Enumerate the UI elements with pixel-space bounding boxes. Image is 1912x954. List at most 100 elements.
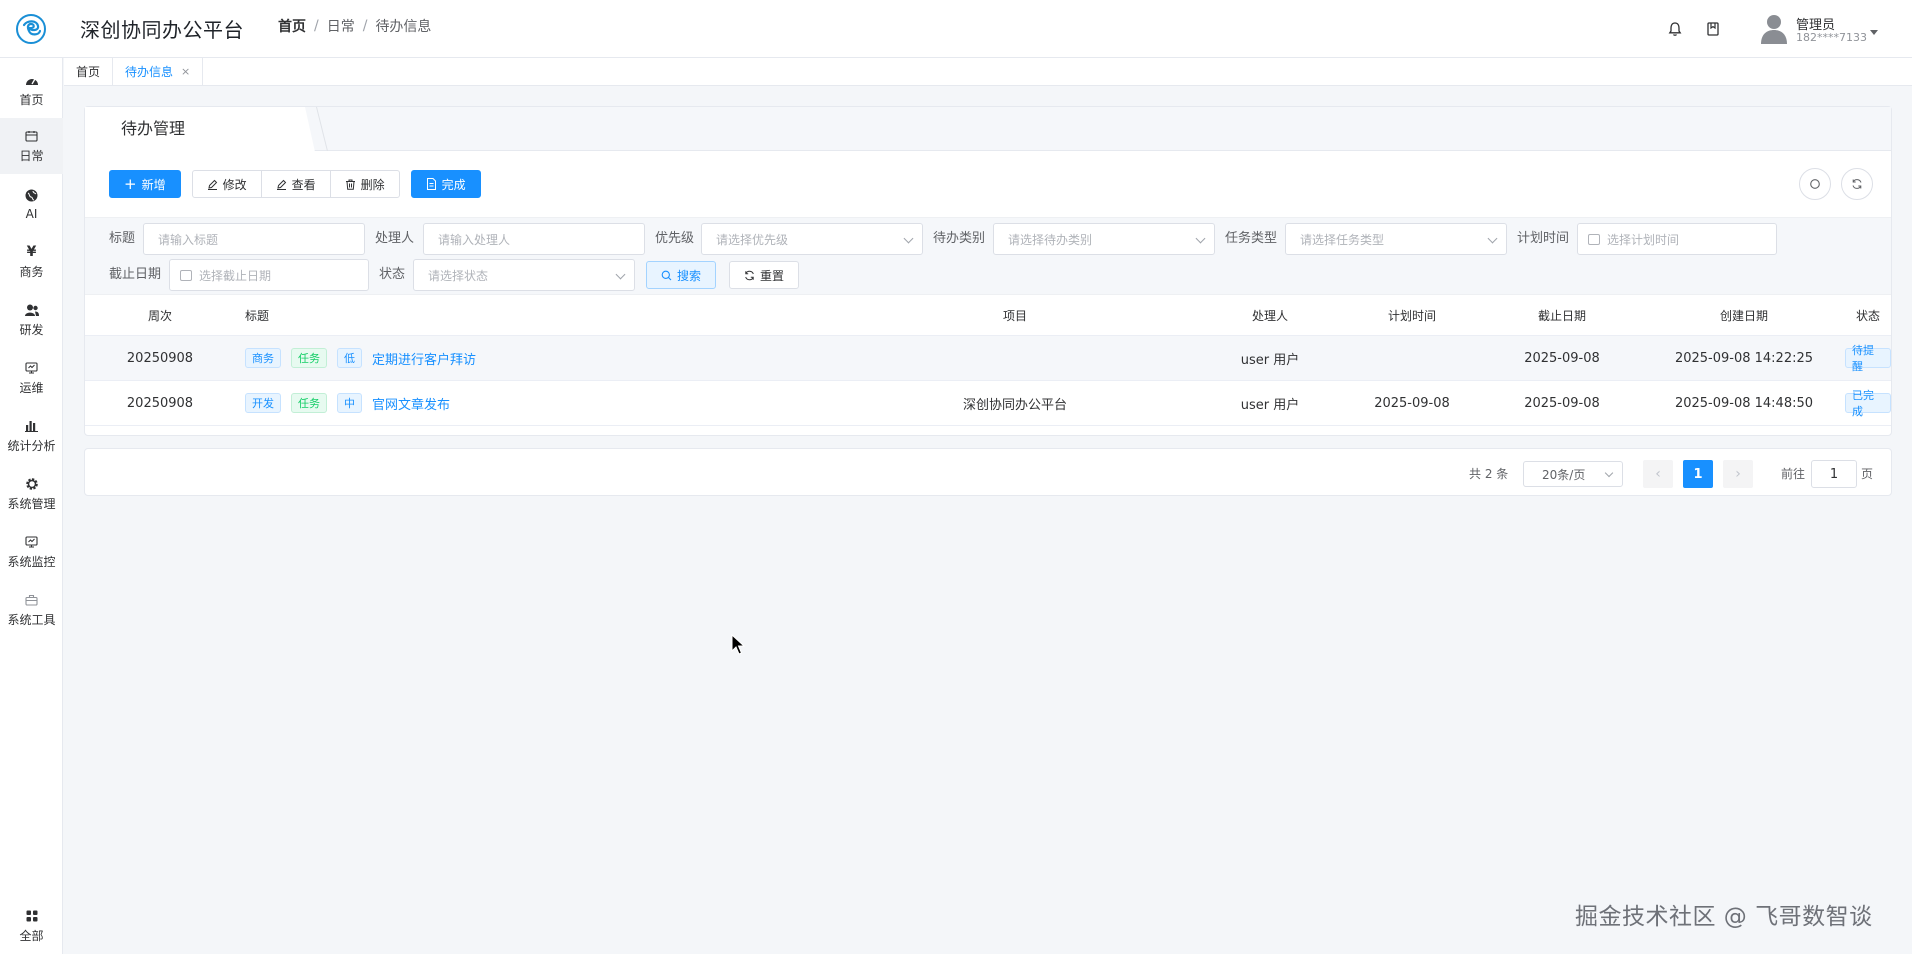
- column-header-handler[interactable]: 处理人: [1205, 296, 1335, 335]
- priority-select[interactable]: 请选择优先级: [701, 223, 923, 255]
- goto-unit: 页: [1861, 467, 1874, 481]
- breadcrumb-daily: 日常: [326, 19, 355, 35]
- category-select[interactable]: 请选择待办类别: [993, 223, 1215, 255]
- pagination: 共 2 条 20条/页 ‹ 1 › 前往 1 页: [84, 448, 1892, 496]
- gear-icon: [24, 476, 40, 492]
- edit-button[interactable]: 修改: [191, 170, 262, 198]
- sidebar-item-system-monitor[interactable]: 系统监控: [0, 524, 63, 580]
- avatar: [1761, 15, 1787, 44]
- sidebar-item-label: 首页: [19, 93, 44, 107]
- category-tag: 商务: [245, 348, 281, 368]
- todo-title-link[interactable]: 官网文章发布: [372, 394, 450, 413]
- sidebar-item-daily[interactable]: 日常: [0, 118, 63, 174]
- priority-tag: 中: [337, 393, 362, 413]
- sidebar-item-business[interactable]: ¥ 商务: [0, 234, 63, 290]
- tag-todo-info[interactable]: 待办信息 ×: [113, 57, 204, 86]
- search-button[interactable]: 搜索: [646, 261, 717, 289]
- tags-bar: 首页 待办信息 ×: [64, 57, 1912, 86]
- trash-icon: [345, 179, 355, 190]
- todo-title-link[interactable]: 定期进行客户拜访: [372, 349, 476, 368]
- plan-time-picker[interactable]: 选择计划时间: [1577, 223, 1777, 255]
- type-tag: 任务: [291, 348, 327, 368]
- column-header-status[interactable]: 状态: [1845, 296, 1891, 335]
- tab-todo-management[interactable]: 待办管理: [85, 107, 315, 152]
- chevron-down-icon: [1604, 468, 1614, 478]
- task-type-select-placeholder: 请选择任务类型: [1300, 232, 1385, 247]
- handler-input[interactable]: 请输入处理人: [423, 223, 645, 255]
- page-size-select[interactable]: 20条/页: [1523, 461, 1623, 487]
- table-row[interactable]: 20250908 开发 任务 中 官网文章发布 深创协同办公平台 user 用户…: [85, 381, 1891, 426]
- sidebar-item-label: 系统监控: [7, 555, 56, 569]
- chevron-down-icon: [1870, 30, 1878, 35]
- cell-handler: user 用户: [1240, 397, 1300, 413]
- priority-select-placeholder: 请选择优先级: [716, 232, 789, 247]
- sidebar-item-label: 全部: [19, 929, 44, 943]
- status-badge: 待提醒: [1845, 344, 1891, 373]
- sidebar-item-ai[interactable]: AI: [0, 176, 63, 232]
- action-button-group: 修改 查看 删除: [191, 170, 400, 198]
- complete-button[interactable]: 完成: [410, 170, 481, 198]
- page-size-value: 20条/页: [1542, 467, 1586, 482]
- delete-button[interactable]: 删除: [329, 170, 400, 198]
- document-icon[interactable]: [1702, 18, 1724, 40]
- column-header-title[interactable]: 标题: [245, 296, 445, 335]
- column-header-project[interactable]: 项目: [865, 296, 1165, 335]
- reset-button[interactable]: 重置: [729, 261, 800, 289]
- user-menu[interactable]: 管理员 182****7133: [1760, 10, 1900, 48]
- breadcrumb-home[interactable]: 首页: [278, 16, 306, 36]
- cell-plan-time: [1347, 336, 1477, 380]
- column-header-plan-time[interactable]: 计划时间: [1347, 296, 1477, 335]
- sidebar-item-home[interactable]: 首页: [0, 62, 63, 118]
- toggle-search-button[interactable]: [1799, 168, 1831, 200]
- cell-title: 商务 任务 低 定期进行客户拜访: [245, 336, 645, 380]
- breadcrumb-separator: /: [314, 18, 319, 34]
- sidebar-item-label: AI: [25, 206, 38, 221]
- title-input[interactable]: 请输入标题: [143, 223, 365, 255]
- grid-icon: [24, 908, 40, 924]
- view-button[interactable]: 查看: [260, 170, 331, 198]
- sidebar-item-ops[interactable]: 运维: [0, 350, 63, 406]
- globe-icon: [24, 188, 40, 204]
- app-logo-icon[interactable]: [15, 13, 47, 45]
- watermark: 掘金技术社区 @ 飞哥数智谈: [1575, 904, 1873, 930]
- page-number-1[interactable]: 1: [1683, 460, 1713, 488]
- goto-label: 前往: [1781, 467, 1806, 481]
- column-header-created[interactable]: 创建日期: [1649, 296, 1839, 335]
- prev-page-button[interactable]: ‹: [1643, 460, 1673, 488]
- task-type-select[interactable]: 请选择任务类型: [1285, 223, 1507, 255]
- cell-status: 待提醒: [1845, 336, 1891, 380]
- document-icon: [426, 178, 436, 190]
- filter-form: 标题 请输入标题 处理人 请输入处理人 优先级 请选择优先级 待办类别 请选择待…: [85, 217, 1891, 295]
- bell-icon[interactable]: [1664, 18, 1686, 40]
- handler-input-placeholder: 请输入处理人: [438, 232, 511, 247]
- dashboard-icon: [24, 72, 40, 88]
- sidebar-item-statistics[interactable]: 统计分析: [0, 408, 63, 464]
- column-header-week[interactable]: 周次: [85, 296, 235, 335]
- cell-week: 20250908: [126, 395, 194, 411]
- status-select[interactable]: 请选择状态: [413, 259, 635, 291]
- cell-title: 开发 任务 中 官网文章发布: [245, 381, 645, 425]
- sidebar-item-label: 运维: [19, 381, 44, 395]
- close-icon[interactable]: ×: [181, 65, 190, 78]
- sidebar-item-all[interactable]: 全部: [0, 898, 63, 954]
- cell-handler: user 用户: [1240, 352, 1300, 368]
- deadline-filter-label: 截止日期: [109, 267, 162, 282]
- table-row[interactable]: 20250908 商务 任务 低 定期进行客户拜访 user 用户 2025-0…: [85, 336, 1891, 381]
- cell-plan-time: 2025-09-08: [1374, 395, 1450, 411]
- breadcrumb: 首页 / 日常 / 待办信息: [278, 16, 431, 36]
- pagination-total: 共 2 条: [1469, 467, 1509, 481]
- next-page-button[interactable]: ›: [1723, 460, 1753, 488]
- tag-home[interactable]: 首页: [64, 57, 114, 86]
- sidebar-item-system-tools[interactable]: 系统工具: [0, 582, 63, 638]
- deadline-picker[interactable]: 选择截止日期: [169, 259, 369, 291]
- refresh-button[interactable]: [1841, 168, 1873, 200]
- sidebar-item-rnd[interactable]: 研发: [0, 292, 63, 348]
- users-icon: [24, 302, 40, 318]
- goto-page-input[interactable]: 1: [1811, 460, 1857, 488]
- status-badge: 已完成: [1845, 389, 1891, 418]
- add-button[interactable]: + 新增: [109, 170, 181, 198]
- sidebar-item-system-admin[interactable]: 系统管理: [0, 466, 63, 522]
- cell-week: 20250908: [126, 350, 194, 366]
- app-title: 深创协同办公平台: [80, 18, 244, 42]
- column-header-deadline[interactable]: 截止日期: [1497, 296, 1627, 335]
